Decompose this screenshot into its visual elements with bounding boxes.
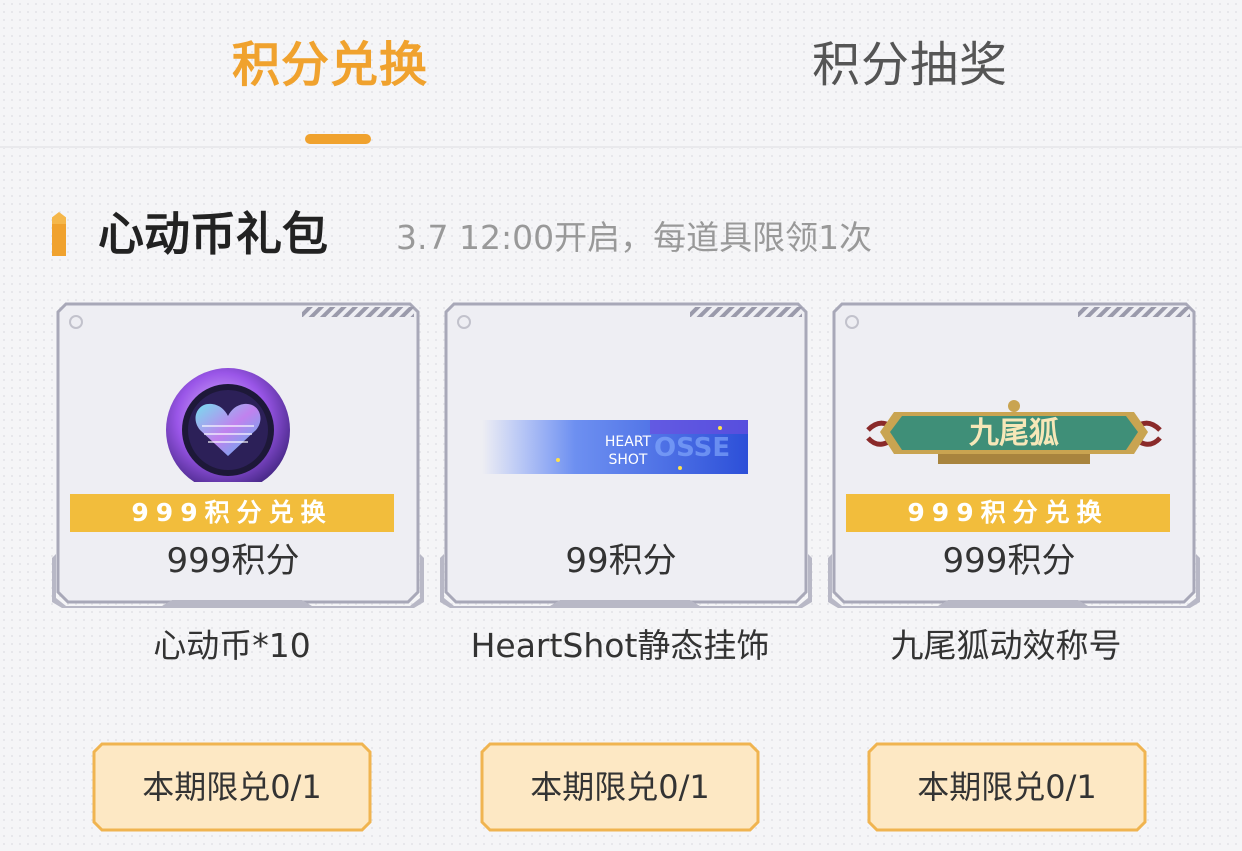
item-name: 九尾狐动效称号 (890, 626, 1122, 665)
section-header: 心动币礼包 3.7 12:00开启，每道具限领1次 (52, 200, 1202, 270)
item-price: 99积分 (565, 541, 677, 581)
section-title: 心动币礼包 (98, 207, 328, 261)
exchange-limit-button[interactable]: 本期限兑0/1 (867, 742, 1147, 832)
exchange-limit-label: 本期限兑0/1 (917, 768, 1097, 806)
section-marker-icon (52, 212, 66, 256)
heart-coin-icon (166, 368, 290, 482)
tab-points-exchange[interactable]: 积分兑换 (232, 30, 428, 100)
exchange-limit-label: 本期限兑0/1 (142, 768, 322, 806)
active-tab-indicator (305, 134, 371, 144)
item-card-heartshot[interactable]: OSSE HEART SHOT 99积分 (440, 302, 812, 608)
tab-bar: 积分兑换 积分抽奖 (0, 0, 1242, 148)
heartshot-banner-image: OSSE HEART SHOT (482, 420, 748, 474)
banner-text-shot: SHOT (609, 452, 648, 468)
item-price: 999积分 (166, 541, 300, 581)
item-price: 999积分 (942, 541, 1076, 581)
item-name: 心动币*10 (153, 626, 311, 665)
section-subtitle: 3.7 12:00开启，每道具限领1次 (396, 218, 873, 257)
exchange-limit-button[interactable]: 本期限兑0/1 (92, 742, 372, 832)
plaque-text: 九尾狐 (969, 416, 1059, 451)
exchange-limit-label: 本期限兑0/1 (530, 768, 710, 806)
exchange-badge: 999积分兑换 (70, 494, 394, 532)
banner-text-heart: HEART (605, 434, 652, 450)
exchange-limit-button[interactable]: 本期限兑0/1 (480, 742, 760, 832)
item-name: HeartShot静态挂饰 (470, 626, 770, 665)
tab-points-lottery[interactable]: 积分抽奖 (812, 30, 1008, 100)
item-card-heart-coin[interactable]: 999积分兑换 999积分 (52, 302, 424, 608)
nine-tail-fox-title-plaque: 九尾狐 (866, 400, 1162, 464)
item-card-nine-tail-fox[interactable]: 九尾狐 999积分兑换 999积分 (828, 302, 1200, 608)
exchange-badge: 999积分兑换 (846, 494, 1170, 532)
svg-text:OSSE: OSSE (654, 433, 730, 463)
